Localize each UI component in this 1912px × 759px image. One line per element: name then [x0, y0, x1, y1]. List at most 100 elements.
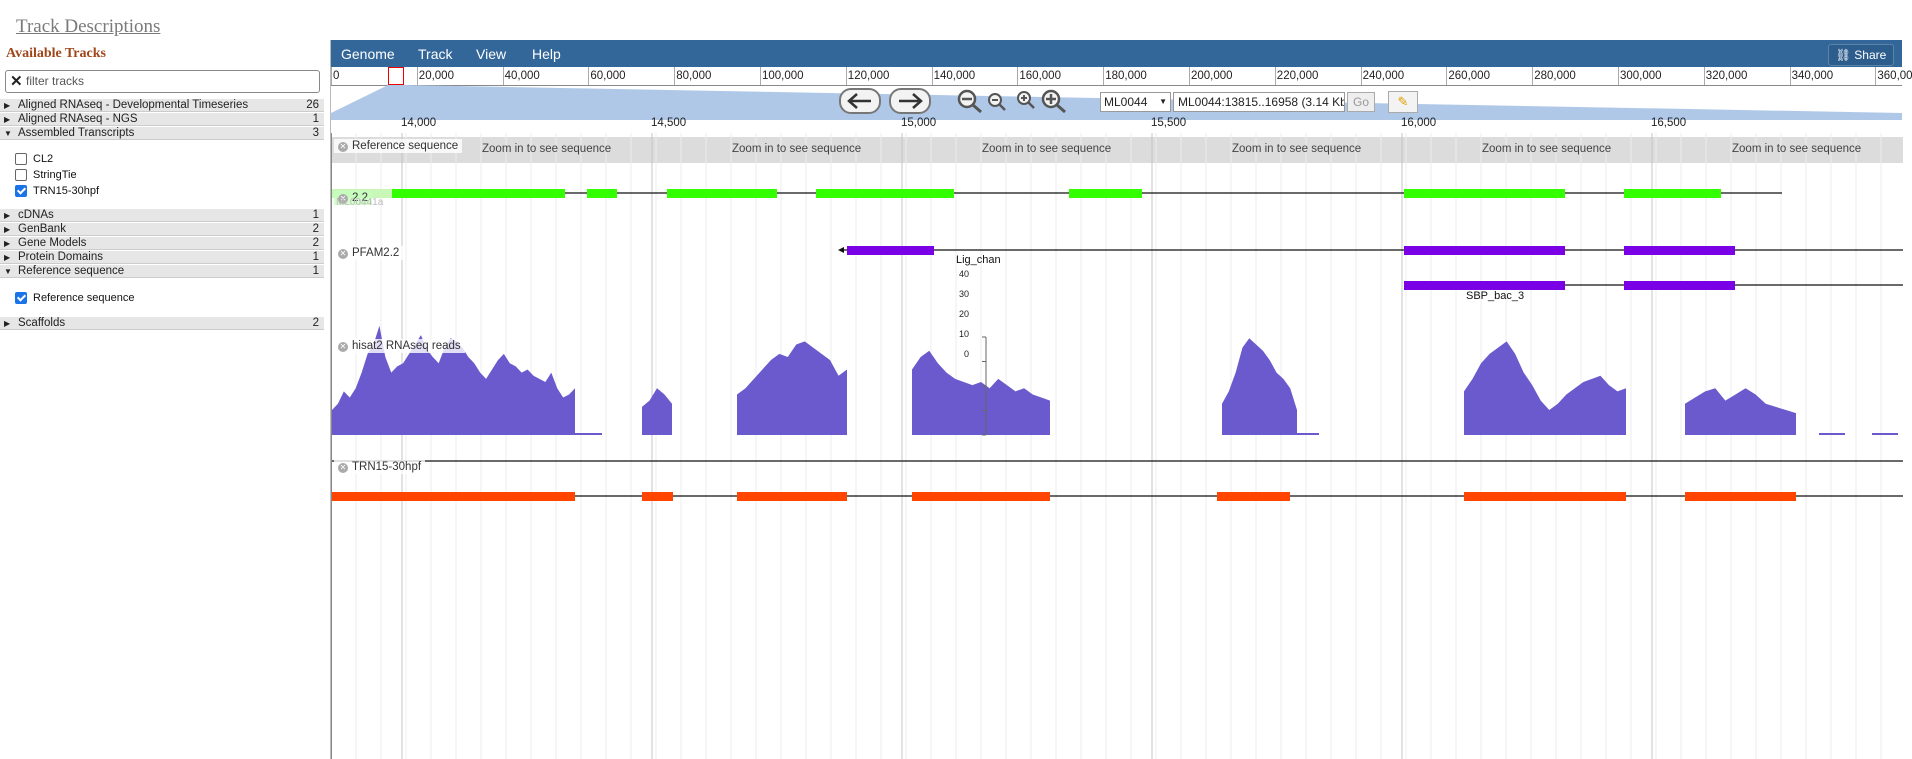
pan-right-button[interactable]	[889, 88, 931, 114]
track-checkbox[interactable]	[15, 169, 27, 181]
track-label-reference-sequence[interactable]: ✕ Reference sequence	[334, 139, 463, 153]
category-scaffolds[interactable]: ▶ Scaffolds 2	[0, 317, 324, 330]
scale-tick: 16,500	[1651, 117, 1687, 129]
track-item-trn15[interactable]: TRN15-30hpf	[15, 185, 99, 197]
category-reference-sequence[interactable]: ▼ Reference sequence 1	[0, 265, 324, 278]
track-selector-sidebar: Available Tracks ✕ filter tracks ▶ Aligne…	[0, 40, 331, 759]
category-gene-models[interactable]: ▶ Gene Models 2	[0, 237, 324, 250]
overview-tick-label: 240,000	[1362, 70, 1405, 82]
zoom-in-message: Zoom in to see sequence	[1232, 143, 1362, 155]
overview-tick-label: 320,000	[1705, 70, 1748, 82]
coverage-histogram	[642, 388, 672, 435]
gene-exon	[1069, 189, 1142, 198]
gene-exon	[587, 189, 617, 198]
close-track-icon[interactable]: ✕	[338, 342, 348, 352]
category-assembled-transcripts[interactable]: ▼ Assembled Transcripts 3	[0, 127, 324, 140]
available-tracks-title: Available Tracks	[6, 46, 106, 61]
overview-tick-line	[1789, 67, 1791, 85]
track-checkbox[interactable]	[15, 185, 27, 197]
expand-triangle-icon: ▶	[4, 115, 11, 124]
zoom-in-icon[interactable]	[1016, 90, 1036, 110]
close-track-icon[interactable]: ✕	[338, 249, 348, 259]
track-label-trn15[interactable]: ✕ TRN15-30hpf	[334, 460, 426, 474]
collapse-triangle-icon: ▼	[4, 267, 12, 276]
overview-ruler[interactable]: 0 20,000 40,000 60,000 80,000 100,000 120,000 1…	[331, 67, 1912, 86]
zoom-out-big-icon[interactable]	[956, 88, 984, 114]
overview-tick-line	[1017, 67, 1019, 85]
clear-filter-icon[interactable]: ✕	[10, 72, 23, 90]
category-cdnas[interactable]: ▶ cDNAs 1	[0, 209, 324, 222]
overview-tick-label: 40,000	[504, 70, 540, 82]
refseq-select[interactable]: ML0044 ▼	[1100, 92, 1171, 112]
overview-tick-line	[1189, 67, 1190, 85]
category-aligned-rnaseq-ngs[interactable]: ▶ Aligned RNAseq - NGS 1	[0, 113, 324, 126]
menu-genome[interactable]: Genome	[341, 46, 395, 62]
category-protein-domains[interactable]: ▶ Protein Domains 1	[0, 251, 324, 264]
expand-triangle-icon: ▶	[4, 239, 11, 248]
track-checkbox[interactable]	[15, 153, 27, 165]
track-item-reference-sequence[interactable]: Reference sequence	[15, 292, 135, 304]
filter-tracks-input[interactable]: ✕ filter tracks	[5, 70, 320, 93]
coverage-histogram	[1464, 341, 1626, 435]
coverage-histogram	[575, 433, 602, 435]
location-input[interactable]: ML0044:13815..16958 (3.14 Kb)	[1173, 92, 1345, 112]
overview-tick-line	[760, 67, 761, 85]
pfam-feature-label: Lig_chan	[956, 254, 1001, 266]
transcript-exon	[332, 492, 575, 501]
overview-tick-line	[1103, 67, 1105, 85]
share-button[interactable]: ⛓ Share	[1828, 44, 1894, 66]
transcript-exon	[1685, 492, 1796, 501]
collapse-triangle-icon: ▼	[4, 129, 12, 138]
overview-tick-line	[1532, 67, 1534, 85]
transcript-exon	[912, 492, 1050, 501]
menu-view[interactable]: View	[476, 46, 506, 62]
gene-exon	[392, 189, 565, 198]
coverage-y-tick: 0	[963, 349, 969, 359]
overview-tick-label: 300,000	[1620, 70, 1662, 82]
overview-tick-line	[931, 67, 933, 85]
overview-tick-line	[845, 67, 847, 85]
track-item-cl2[interactable]: CL2	[15, 153, 53, 165]
zoom-in-big-icon[interactable]	[1040, 88, 1068, 114]
overview-location-marker[interactable]	[388, 67, 404, 85]
pfam-domain	[1624, 246, 1735, 255]
zoom-in-message: Zoom in to see sequence	[1482, 143, 1612, 155]
overview-tick-line	[1703, 67, 1705, 85]
track-label-hisat2[interactable]: ✕ hisat2 RNAseq reads	[334, 339, 465, 353]
menu-help[interactable]: Help	[532, 46, 561, 62]
overview-tick-label: 100,000	[762, 70, 804, 82]
arrow-left-icon	[847, 93, 871, 109]
zoom-out-icon[interactable]	[987, 92, 1007, 112]
gene-exon	[1624, 189, 1721, 198]
category-genbank[interactable]: ▶ GenBank 2	[0, 223, 324, 236]
gene-exon	[667, 189, 777, 198]
coverage-histogram	[1685, 388, 1796, 435]
tracks-canvas	[332, 133, 1903, 759]
overview-tick-label: 140,000	[933, 70, 976, 82]
pfam-domain	[1404, 281, 1565, 290]
track-checkbox[interactable]	[15, 292, 27, 304]
tracks-area[interactable]: ✕ Reference sequence Zoom in to see seque…	[331, 133, 1903, 759]
menu-track[interactable]: Track	[418, 46, 452, 62]
dropdown-arrow-icon: ▼	[1159, 97, 1167, 106]
link-icon: ⛓	[1835, 48, 1851, 62]
expand-triangle-icon: ▶	[4, 225, 11, 234]
track-item-stringtie[interactable]: StringTie	[15, 169, 77, 181]
close-track-icon[interactable]: ✕	[338, 142, 348, 152]
expand-triangle-icon: ▶	[4, 101, 11, 110]
highlight-button[interactable]: ✎	[1388, 91, 1418, 113]
expand-triangle-icon: ▶	[4, 211, 11, 220]
close-track-icon[interactable]: ✕	[338, 463, 348, 473]
zoom-in-message: Zoom in to see sequence	[982, 143, 1112, 155]
category-aligned-rnaseq-dev[interactable]: ▶ Aligned RNAseq - Developmental Timeseri…	[0, 99, 324, 112]
track-label-pfam[interactable]: ✕ PFAM2.2	[334, 246, 404, 260]
pan-left-button[interactable]	[839, 88, 881, 114]
go-button[interactable]: Go	[1347, 92, 1375, 112]
transcript-exon	[737, 492, 847, 501]
overview-tick-label: 160,000	[1019, 70, 1061, 82]
track-descriptions-link[interactable]: Track Descriptions	[16, 16, 160, 38]
scale-tick: 15,500	[1151, 117, 1187, 129]
coverage-histogram	[1297, 433, 1319, 435]
overview-tick-label: 220,000	[1276, 70, 1319, 82]
overview-tick-label: 360,000	[1877, 70, 1912, 82]
